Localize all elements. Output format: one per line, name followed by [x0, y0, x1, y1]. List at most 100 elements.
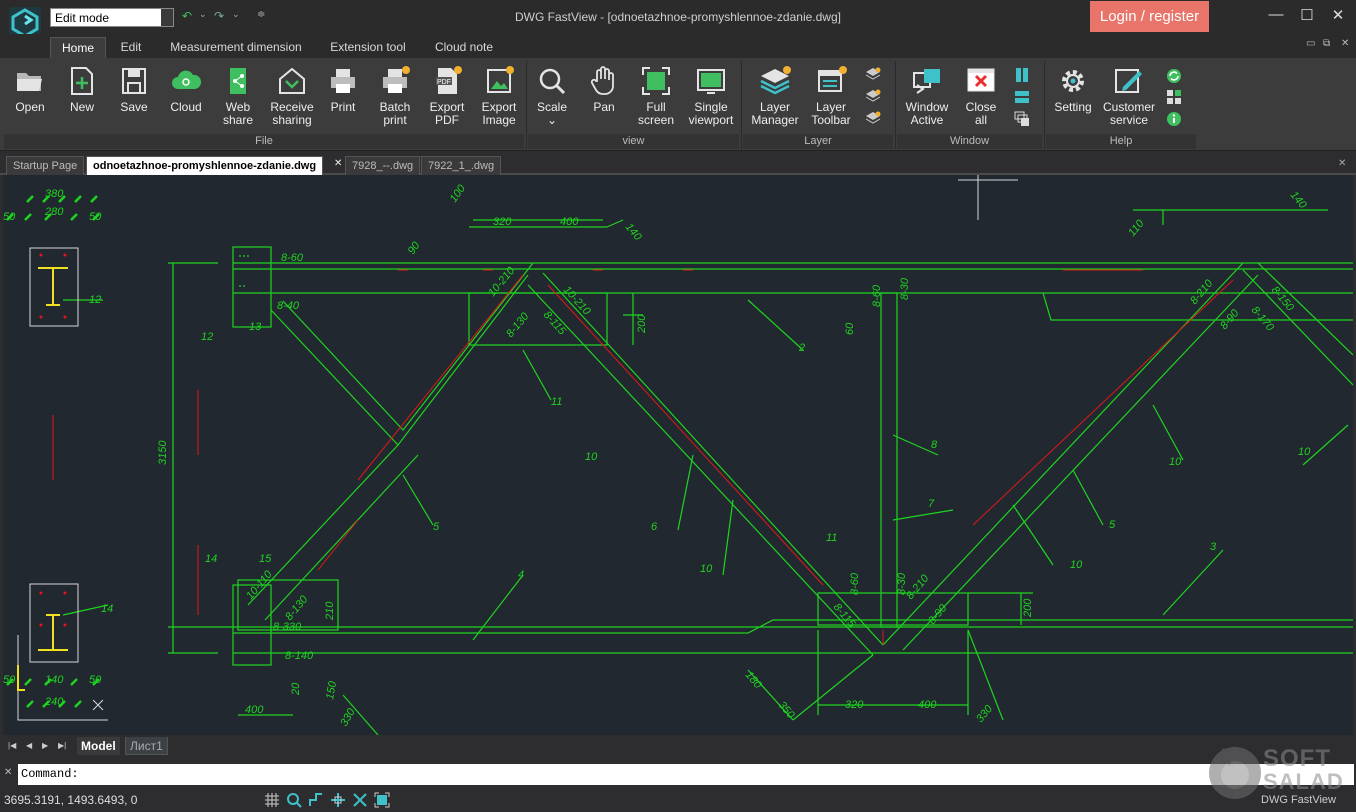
layer-manager-button[interactable]: Layer Manager — [747, 65, 803, 129]
export-pdf-label-2: PDF — [435, 113, 459, 127]
cascade-icon[interactable] — [1014, 111, 1030, 127]
weld-label: 8-210 — [1188, 277, 1216, 307]
info-icon[interactable] — [1166, 111, 1182, 127]
layout-tab-sheet1[interactable]: Лист1 — [125, 737, 168, 755]
new-button[interactable]: New — [60, 65, 104, 129]
pan-button[interactable]: Pan — [582, 65, 626, 129]
layer-toolbar-button[interactable]: Layer Toolbar — [805, 65, 857, 129]
gear-icon — [1062, 70, 1084, 92]
export-pdf-label-1: Export — [429, 100, 465, 114]
scale-button[interactable]: Scale ⌄ — [530, 65, 574, 129]
mdi-restore-icon[interactable]: ⧉ — [1323, 38, 1330, 49]
batch-print-button[interactable]: Batch print — [372, 65, 418, 129]
fit-view-icon[interactable] — [374, 792, 390, 808]
group-layer-label: Layer — [743, 134, 893, 149]
web-share-icon — [230, 68, 246, 94]
customer-service-button[interactable]: Customer service — [1102, 65, 1156, 129]
dim-label: 400 — [918, 699, 937, 711]
tile-vertical-icon[interactable] — [1014, 67, 1030, 83]
doc-tab-startup-page[interactable]: Startup Page — [6, 156, 85, 175]
close-all-icon — [967, 68, 995, 92]
window-active-label-2: Active — [910, 113, 944, 127]
receive-sharing-button[interactable]: Receive sharing — [266, 65, 318, 129]
web-share-button[interactable]: Web share — [216, 65, 260, 129]
cad-drawing[interactable]: 380 280 50 50 12 14 50 140 50 240 100 32… — [3, 175, 1353, 735]
setting-button[interactable]: Setting — [1048, 65, 1098, 129]
weld-label: 10-210 — [561, 284, 593, 318]
save-button[interactable]: Save — [112, 65, 156, 129]
window-active-label-1: Window — [905, 100, 949, 114]
single-viewport-label-2: viewport — [688, 113, 734, 127]
tab-home[interactable]: Home — [50, 37, 106, 58]
layer-isolate-icon[interactable] — [865, 89, 881, 105]
dim-label: 110 — [1126, 217, 1147, 239]
snap-icon[interactable] — [330, 792, 346, 808]
tab-extension-tool[interactable]: Extension tool — [322, 37, 414, 58]
receive-sharing-label-1: Receive — [270, 100, 314, 114]
tile-horizontal-icon[interactable] — [1014, 89, 1030, 105]
last-layout-icon[interactable]: ▶| — [58, 741, 66, 750]
group-view: Scale ⌄ Pan Full screen Single viewport … — [528, 61, 739, 149]
export-pdf-button[interactable]: PDF Export PDF — [424, 65, 470, 129]
prev-layout-icon[interactable]: ◀ — [26, 741, 32, 750]
close-all-button[interactable]: Close all — [959, 65, 1003, 129]
close-icon[interactable]: ✕ — [1328, 6, 1348, 26]
dim-label: 50 — [89, 674, 102, 686]
mdi-close-icon[interactable]: ✕ — [1341, 38, 1349, 49]
grid-icon[interactable] — [264, 792, 280, 808]
close-document-icon[interactable]: ✕ — [1338, 158, 1346, 169]
window-active-button[interactable]: Window Active — [899, 65, 955, 129]
cloud-button[interactable]: Cloud — [164, 65, 208, 129]
next-layout-icon[interactable]: ▶ — [42, 741, 48, 750]
weld-label: 8-330 — [273, 621, 302, 633]
login-register-button[interactable]: Login / register — [1090, 1, 1209, 32]
maximize-icon[interactable]: ☐ — [1297, 6, 1317, 26]
customer-service-icon — [1115, 69, 1142, 93]
print-button[interactable]: Print — [322, 65, 364, 129]
single-viewport-label-1: Single — [694, 100, 728, 114]
single-viewport-button[interactable]: Single viewport — [686, 65, 736, 129]
ortho-icon[interactable] — [308, 792, 324, 808]
export-image-button[interactable]: Export Image — [476, 65, 522, 129]
dim-label: 210 — [324, 601, 336, 621]
weld-label: 8-60 — [849, 572, 861, 595]
polar-icon[interactable] — [352, 792, 368, 808]
export-image-icon — [487, 66, 514, 93]
dim-label: 140 — [1288, 189, 1310, 211]
command-input[interactable]: Command: — [18, 764, 1354, 785]
layer-restore-icon[interactable] — [865, 111, 881, 127]
batch-print-label-1: Batch — [379, 100, 411, 114]
dim-label: 350 — [776, 699, 798, 721]
dim-label: 200 — [636, 314, 648, 334]
print-label: Print — [330, 100, 356, 114]
doc-tab-7922[interactable]: 7922_1_.dwg — [421, 156, 502, 175]
part-number-label: 10 — [1070, 559, 1083, 571]
first-layout-icon[interactable]: |◀ — [8, 741, 16, 750]
scale-dropdown-icon[interactable]: ⌄ — [547, 113, 557, 127]
open-button[interactable]: Open — [8, 65, 52, 129]
full-screen-label-2: screen — [637, 113, 675, 127]
weld-label: 8-170 — [1249, 304, 1277, 334]
layer-toolbar-icon — [818, 66, 847, 92]
doc-tab-7928[interactable]: 7928_--.dwg — [345, 156, 421, 175]
dim-label: 320 — [493, 216, 512, 228]
tab-cloud-note[interactable]: Cloud note — [427, 37, 501, 58]
minimize-icon[interactable]: — — [1266, 6, 1286, 26]
part-number-label: 14 — [205, 553, 217, 565]
tab-measurement-dimension[interactable]: Measurement dimension — [163, 37, 309, 58]
layout-tab-model[interactable]: Model — [77, 737, 120, 755]
layer-off-icon[interactable] — [865, 67, 881, 83]
full-screen-button[interactable]: Full screen — [634, 65, 678, 129]
close-tab-icon[interactable]: ✕ — [334, 158, 342, 169]
update-icon[interactable] — [1166, 68, 1182, 84]
close-all-label-1: Close — [965, 100, 997, 114]
zoom-icon[interactable] — [286, 792, 302, 808]
apps-icon[interactable] — [1166, 89, 1182, 105]
doc-tab-active[interactable]: odnoetazhnoe-promyshlennoe-zdanie.dwg — [86, 156, 324, 175]
dim-label: 400 — [245, 704, 264, 716]
weld-label: 8-40 — [277, 300, 300, 312]
drawing-canvas[interactable]: 380 280 50 50 12 14 50 140 50 240 100 32… — [3, 175, 1353, 735]
mdi-minimize-icon[interactable]: ▭ — [1306, 38, 1315, 49]
command-close-icon[interactable]: ✕ — [4, 767, 12, 778]
tab-edit[interactable]: Edit — [112, 37, 150, 58]
